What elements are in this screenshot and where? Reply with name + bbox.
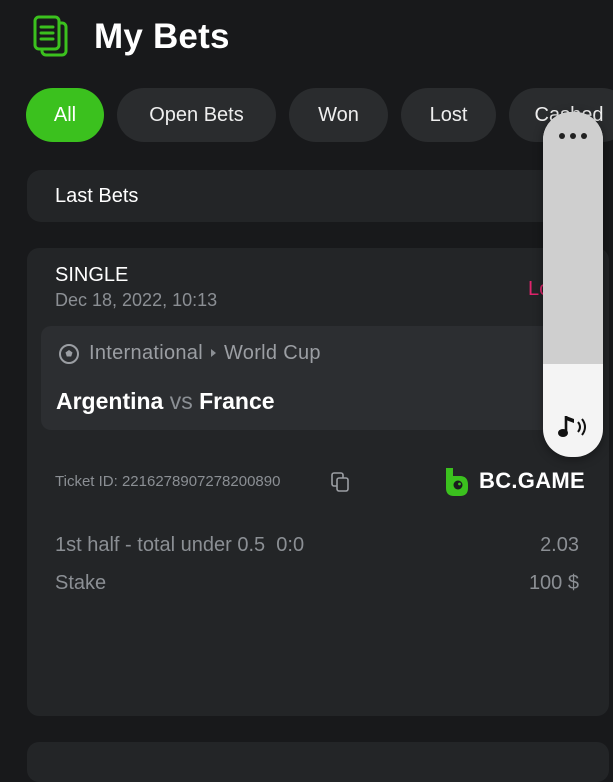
- league-breadcrumb: International World Cup: [89, 342, 321, 365]
- filter-all[interactable]: All: [26, 88, 104, 142]
- last-bets-label: Last Bets: [55, 185, 139, 207]
- filter-lost[interactable]: Lost: [401, 88, 496, 142]
- odds-value: 2.03: [540, 534, 579, 556]
- chevron-right-icon: [210, 348, 216, 357]
- league-category: International: [89, 342, 203, 364]
- selection-row: 1st half - total under 0.5 0:0: [55, 534, 304, 557]
- bet-date: Dec 18, 2022, 10:13: [55, 290, 218, 310]
- floating-audio-widget[interactable]: [543, 112, 603, 457]
- bet-filter-tabs: All Open Bets Won Lost Cashed: [0, 88, 613, 142]
- home-team: Argentina: [56, 388, 164, 414]
- next-bet-card[interactable]: [27, 742, 609, 782]
- vs-label: vs: [169, 388, 193, 414]
- filter-open-bets[interactable]: Open Bets: [117, 88, 276, 142]
- stake-label: Stake: [55, 572, 107, 594]
- bet-card[interactable]: SINGLE Dec 18, 2022, 10:13 Lost Internat…: [27, 248, 609, 716]
- selection-score: 0:0: [276, 534, 305, 556]
- ticket-id: Ticket ID: 2216278907278200890: [55, 473, 281, 490]
- bets-icon: [33, 15, 68, 57]
- bc-game-logo-icon: [446, 468, 468, 496]
- more-dots-icon[interactable]: [556, 128, 590, 144]
- selection-label: 1st half - total under 0.5: [55, 534, 266, 556]
- brand-name: BC.GAME: [479, 468, 585, 493]
- page-title: My Bets: [94, 17, 230, 56]
- header: My Bets: [0, 0, 613, 80]
- bet-type: SINGLE: [55, 264, 129, 286]
- soccer-ball-icon: [59, 344, 79, 364]
- copy-icon[interactable]: [331, 472, 349, 492]
- stake-value: 100 $: [528, 572, 579, 594]
- filter-won[interactable]: Won: [289, 88, 388, 142]
- match-teams: Argentina vs France: [56, 388, 275, 415]
- music-note-icon[interactable]: [557, 412, 591, 442]
- away-team: France: [199, 388, 275, 414]
- last-bets-section[interactable]: Last Bets: [27, 170, 587, 222]
- league-name: World Cup: [223, 342, 321, 364]
- widget-volume-track[interactable]: [543, 112, 603, 364]
- match-info[interactable]: International World Cup Argentina vs Fran…: [41, 326, 581, 430]
